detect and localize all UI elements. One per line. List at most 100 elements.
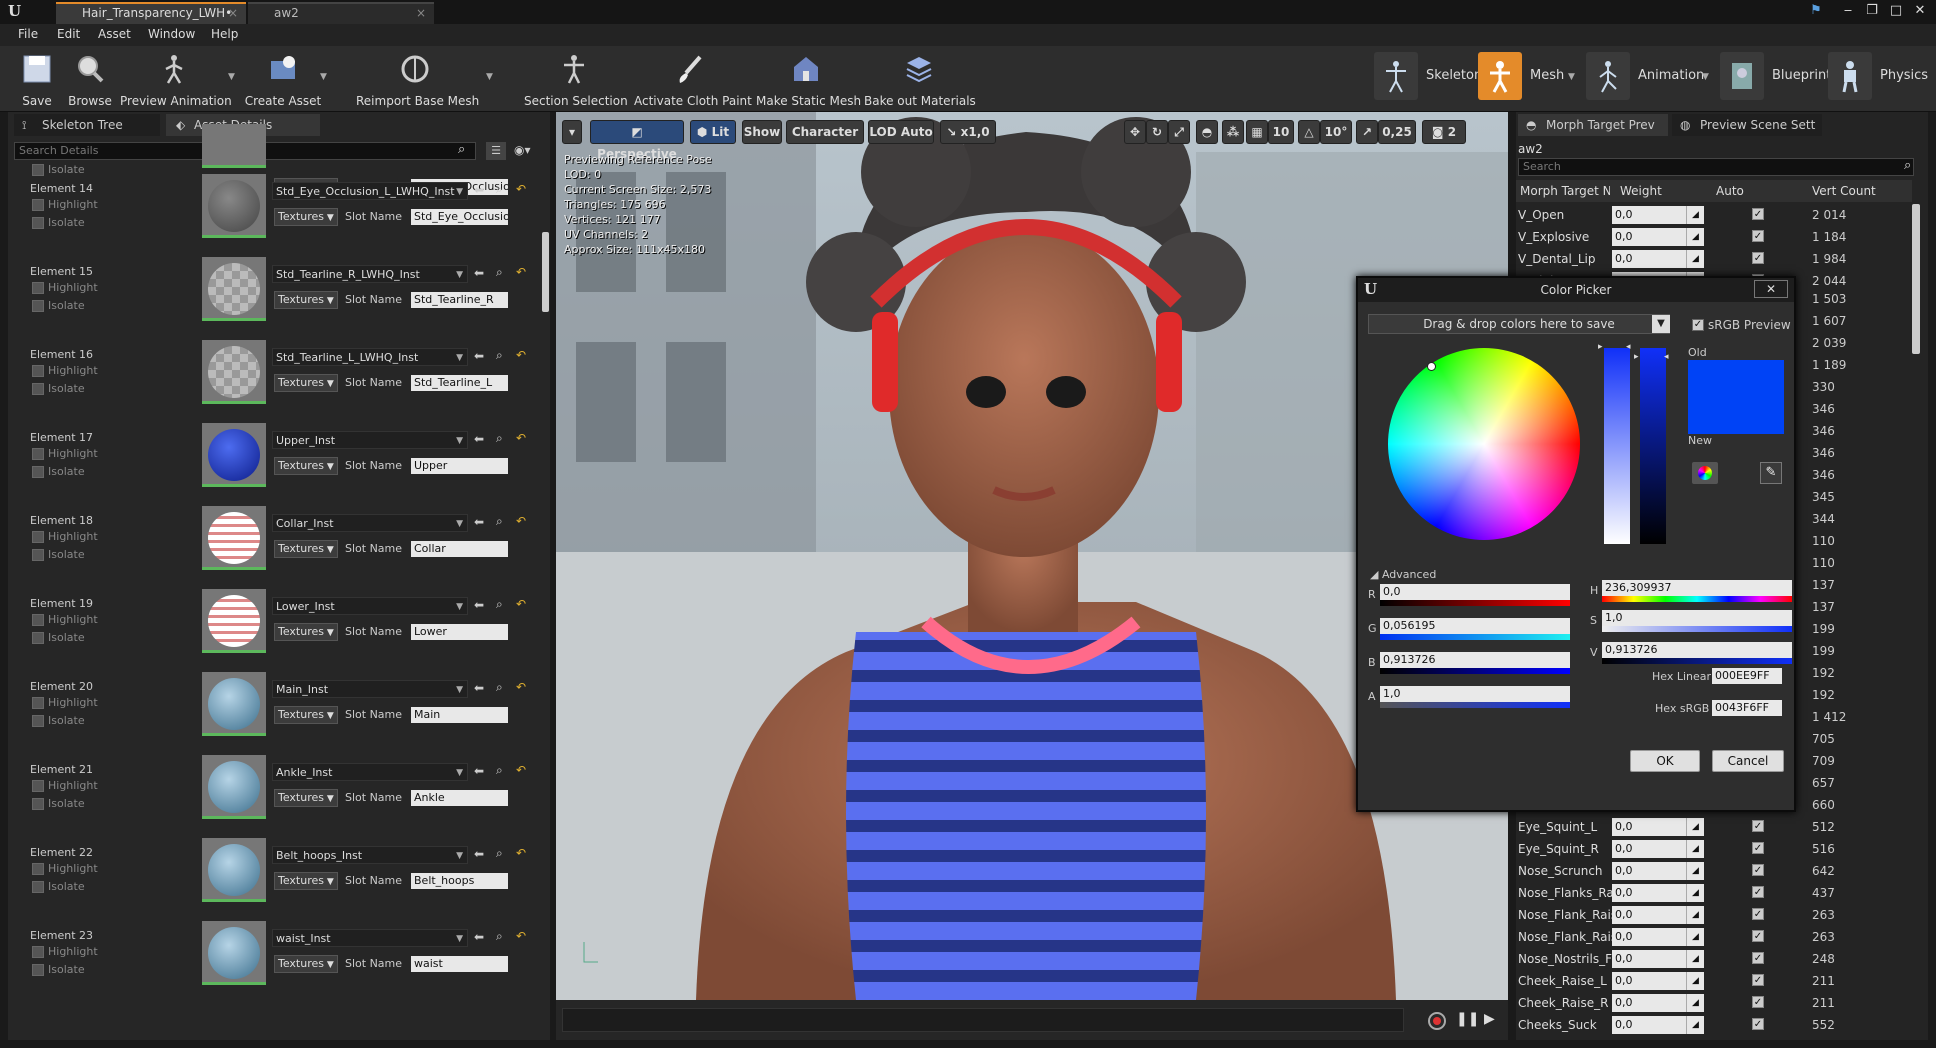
auto-checkbox[interactable]: ✓: [1752, 842, 1764, 854]
auto-checkbox[interactable]: ✓: [1752, 996, 1764, 1008]
tab-aw2[interactable]: aw2 ×: [248, 2, 434, 24]
material-thumbnail[interactable]: [202, 921, 266, 985]
color-wheel-toggle-button[interactable]: [1692, 462, 1718, 484]
weight-field[interactable]: 0,0◢: [1612, 250, 1704, 268]
a-field[interactable]: 1,0: [1380, 686, 1570, 702]
col-vert-count[interactable]: Vert Count: [1812, 184, 1876, 198]
morph-target-row[interactable]: Nose_Flanks_Raise0,0◢ ✓ 437: [1516, 882, 1916, 904]
browse-icon[interactable]: ⌕: [496, 182, 503, 197]
weight-field[interactable]: 0,0◢: [1612, 950, 1704, 968]
reset-icon[interactable]: ↶: [516, 597, 526, 611]
browse-icon[interactable]: ⌕: [496, 929, 503, 944]
auto-checkbox[interactable]: ✓: [1752, 1018, 1764, 1030]
browse-icon[interactable]: ⌕: [496, 431, 503, 446]
slot-name-field[interactable]: Lower: [411, 624, 508, 640]
isolate-checkbox[interactable]: [32, 300, 44, 312]
menu-window[interactable]: Window: [148, 27, 195, 41]
notification-icon[interactable]: ⚑: [1804, 2, 1828, 20]
morph-search-input[interactable]: Search: [1518, 158, 1914, 176]
morph-target-row[interactable]: Cheek_Raise_R 0,0 ◢ ✓ 211: [1516, 992, 1916, 1014]
auto-checkbox[interactable]: ✓: [1752, 908, 1764, 920]
color-theme-bar[interactable]: Drag & drop colors here to save: [1368, 314, 1670, 334]
weight-field[interactable]: 0,0◢: [1612, 906, 1704, 924]
value-slider[interactable]: [1640, 348, 1666, 544]
spinner-icon[interactable]: ◢: [1686, 972, 1704, 990]
highlight-checkbox[interactable]: [32, 282, 44, 294]
v-slider[interactable]: [1602, 658, 1792, 664]
reset-icon[interactable]: ↶: [516, 680, 526, 694]
material-thumbnail[interactable]: [202, 755, 266, 819]
minimize-button[interactable]: ‒: [1836, 2, 1860, 20]
grid-snap-value[interactable]: 10: [1268, 120, 1294, 144]
theme-dropdown-button[interactable]: ▼: [1652, 315, 1670, 333]
search-icon[interactable]: ⌕: [1904, 158, 1911, 173]
auto-checkbox[interactable]: ✓: [1752, 208, 1764, 220]
morph-target-row[interactable]: Eye_Squint_L 0,0 ◢ ✓ 512: [1516, 816, 1916, 838]
use-selected-icon[interactable]: ⬅: [474, 764, 484, 778]
scale-tool-button[interactable]: ⤢: [1168, 120, 1190, 144]
browse-icon[interactable]: ⌕: [496, 763, 503, 778]
slot-name-field[interactable]: Belt_hoops: [411, 873, 508, 889]
reset-icon[interactable]: ↶: [516, 929, 526, 943]
srgb-preview-checkbox[interactable]: ✓: [1692, 319, 1704, 331]
save-button[interactable]: Save: [12, 48, 62, 110]
isolate-checkbox[interactable]: [32, 217, 44, 229]
spinner-icon[interactable]: ◢: [1686, 840, 1704, 858]
textures-dropdown[interactable]: Textures ▼: [274, 623, 338, 641]
rotate-tool-button[interactable]: ↻: [1146, 120, 1168, 144]
dropdown-arrow-icon[interactable]: ▼: [1702, 72, 1709, 82]
dropdown-arrow-icon[interactable]: ▼: [486, 72, 493, 82]
advanced-toggle[interactable]: ◢ Advanced: [1370, 568, 1436, 581]
viewport-menu-button[interactable]: ▾: [562, 120, 582, 144]
material-dropdown[interactable]: Collar_Inst ▼: [272, 514, 468, 532]
morph-target-row[interactable]: V_Open 0,0 ◢ ✓ 2 014: [1516, 204, 1916, 226]
menu-file[interactable]: File: [18, 27, 38, 41]
material-thumbnail[interactable]: [202, 340, 266, 404]
eyedropper-button[interactable]: ✎: [1760, 462, 1782, 484]
bake-out-materials-button[interactable]: Bake out Materials: [864, 48, 976, 110]
slot-name-field[interactable]: Collar: [411, 541, 508, 557]
dropdown-arrow-icon[interactable]: ▼: [1568, 72, 1575, 82]
morph-target-row[interactable]: Cheek_Raise_L 0,0 ◢ ✓ 211: [1516, 970, 1916, 992]
browse-icon[interactable]: ⌕: [496, 846, 503, 861]
scale-snap-icon[interactable]: ↗: [1356, 120, 1378, 144]
auto-checkbox[interactable]: ✓: [1752, 974, 1764, 986]
world-local-button[interactable]: ◓: [1196, 120, 1218, 144]
slot-name-field[interactable]: Std_Eye_Occlusio: [411, 209, 508, 225]
isolate-checkbox[interactable]: [32, 881, 44, 893]
spinner-icon[interactable]: ◢: [1686, 818, 1704, 836]
morph-target-row[interactable]: Nose_Flank_Raise_R0,0◢ ✓ 263: [1516, 926, 1916, 948]
use-selected-icon[interactable]: ⬅: [474, 183, 484, 197]
material-dropdown[interactable]: Ankle_Inst ▼: [272, 763, 468, 781]
color-wheel[interactable]: [1388, 348, 1580, 540]
menu-edit[interactable]: Edit: [57, 27, 80, 41]
perspective-button[interactable]: ◩ Perspective: [590, 120, 684, 161]
browse-button[interactable]: Browse: [64, 48, 116, 110]
g-slider[interactable]: [1380, 634, 1570, 640]
use-selected-icon[interactable]: ⬅: [474, 930, 484, 944]
spinner-icon[interactable]: ◢: [1686, 862, 1704, 880]
hex-srgb-field[interactable]: 0043F6FF: [1712, 700, 1782, 716]
grid-snap-icon[interactable]: ▦: [1246, 120, 1268, 144]
reset-icon[interactable]: ↶: [516, 514, 526, 528]
material-dropdown[interactable]: Std_Tearline_L_LWHQ_Inst ▼: [272, 348, 468, 366]
weight-field[interactable]: 0,0◢: [1612, 206, 1704, 224]
character-button[interactable]: Character: [786, 120, 864, 144]
close-button[interactable]: ✕: [1908, 2, 1932, 20]
material-thumbnail[interactable]: [202, 174, 266, 238]
isolate-checkbox[interactable]: [32, 466, 44, 478]
material-thumbnail[interactable]: [202, 838, 266, 902]
dropdown-arrow-icon[interactable]: ▼: [320, 72, 327, 82]
highlight-checkbox[interactable]: [32, 448, 44, 460]
translate-tool-button[interactable]: ✥: [1124, 120, 1146, 144]
close-icon[interactable]: ×: [416, 4, 426, 23]
isolate-checkbox[interactable]: [32, 964, 44, 976]
playback-speed-button[interactable]: ↘ x1,0: [940, 120, 996, 144]
reset-icon[interactable]: ↶: [516, 182, 526, 196]
slot-name-field[interactable]: Upper: [411, 458, 508, 474]
isolate-checkbox[interactable]: [32, 798, 44, 810]
activate-cloth-paint-button[interactable]: Activate Cloth Paint: [634, 48, 752, 110]
reimport-button[interactable]: Reimport Base Mesh: [356, 48, 479, 110]
use-selected-icon[interactable]: ⬅: [474, 266, 484, 280]
view-options-button[interactable]: ☰: [486, 142, 506, 160]
